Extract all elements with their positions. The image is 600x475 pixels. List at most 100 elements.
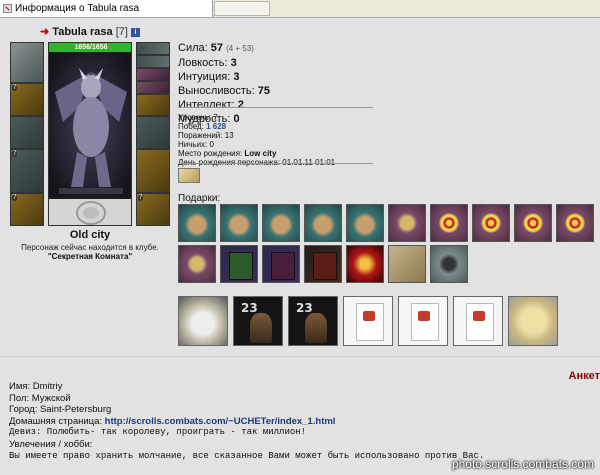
boots-slot[interactable]: 7	[136, 193, 170, 226]
stat-row: Интеллект: 2	[178, 98, 378, 112]
earring-slot[interactable]	[136, 42, 170, 55]
stat-extra: (4 + 53)	[226, 44, 254, 53]
legs-slot[interactable]	[136, 149, 170, 193]
scroll-item-icon[interactable]	[178, 168, 200, 183]
february-card-icon[interactable]	[343, 296, 393, 346]
package-item-icon[interactable]	[178, 296, 228, 346]
february-card-icon[interactable]	[398, 296, 448, 346]
shield-slot[interactable]	[136, 116, 170, 149]
ring-slot-2[interactable]	[136, 81, 170, 94]
character-header: ➜ Tabula rasa [7] i	[10, 25, 170, 38]
hp-bar: 1656/1656	[49, 43, 131, 52]
detail-label: Уровень:	[178, 113, 212, 122]
gift-item[interactable]	[262, 204, 300, 242]
tab-title: Информация о Tabula rasa	[15, 3, 140, 14]
flag-icon	[3, 4, 12, 13]
card-23-icon[interactable]: 23	[288, 296, 338, 346]
detail-label: Поражений:	[178, 131, 223, 140]
ring-slot-1[interactable]	[136, 68, 170, 81]
club-status: Персонаж сейчас находится в клубе.	[21, 243, 159, 252]
info-icon[interactable]: i	[130, 27, 140, 37]
belt-slot[interactable]: 7	[10, 193, 44, 226]
stat-value: 3	[233, 71, 240, 83]
gift-item[interactable]	[178, 204, 216, 242]
detail-label: Побед:	[178, 122, 204, 131]
detail-label: Ничьих:	[178, 140, 208, 149]
gift-item[interactable]	[388, 204, 426, 242]
bracers-slot[interactable]: 7	[10, 83, 44, 116]
gift-item[interactable]	[304, 204, 342, 242]
gift-item[interactable]	[220, 204, 258, 242]
book-gift-icon[interactable]	[220, 245, 258, 283]
bio-city: Город: Saint-Petersburg	[9, 404, 112, 416]
arrow-right-icon[interactable]: ➜	[40, 26, 49, 38]
stat-value: 57	[210, 42, 223, 54]
mace-gift-icon[interactable]	[430, 245, 468, 283]
losses-value: 13	[224, 131, 234, 140]
card-sheet	[411, 303, 439, 341]
homepage-link[interactable]: http://scrolls.combats.com/~UCHETer/inde…	[105, 416, 336, 427]
gift-item[interactable]	[346, 204, 384, 242]
watermark: photo.scrolls.combats.com	[451, 457, 594, 471]
card-23-icon[interactable]: 23	[233, 296, 283, 346]
helmet-slot[interactable]	[10, 42, 44, 83]
stat-value: 75	[257, 85, 270, 97]
amulet-slot[interactable]	[136, 55, 170, 68]
stat-row: Выносливость: 75	[178, 84, 378, 98]
stat-value: 3	[230, 57, 237, 69]
book-gift-icon[interactable]	[262, 245, 300, 283]
stat-row: Интуиция: 3	[178, 70, 378, 84]
section-divider	[0, 356, 600, 357]
card-sheet	[356, 303, 384, 341]
gargoyle-image	[49, 52, 131, 197]
card-sheet	[466, 303, 494, 341]
ruler-gift-icon[interactable]	[388, 245, 426, 283]
profile-bio: Имя: Dmitriy Пол: Мужской Город: Saint-P…	[9, 381, 600, 462]
slot-badge: 7	[12, 151, 18, 157]
character-level: [7]	[115, 26, 128, 38]
bio-motto: Девиз: Полюбить- так королеву, проиграть…	[9, 427, 307, 438]
card-stamp	[363, 311, 375, 321]
target-gift-icon[interactable]	[556, 204, 594, 242]
book-cover	[229, 252, 253, 280]
february-card-icon[interactable]	[453, 296, 503, 346]
stat-label: Выносливость:	[178, 85, 255, 97]
book-gift-icon[interactable]	[304, 245, 342, 283]
stat-label: Ловкость:	[178, 57, 228, 69]
wins-value: 1 628	[206, 122, 227, 131]
slot-badge: 7	[138, 195, 144, 201]
new-tab-button[interactable]	[214, 1, 270, 16]
tab-active[interactable]: Информация о Tabula rasa	[0, 0, 213, 17]
weapon-slot[interactable]	[10, 116, 44, 149]
room-name: "Секретная Комната"	[47, 252, 133, 261]
slot-badge: 7	[12, 85, 18, 91]
target-gift-icon[interactable]	[472, 204, 510, 242]
birthplace-value: Low city	[244, 149, 277, 158]
tab-bar: Информация о Tabula rasa	[0, 0, 600, 18]
stat-label: Сила:	[178, 42, 208, 54]
bio-name: Имя: Dmitriy	[9, 381, 63, 392]
target-gift-icon[interactable]	[430, 204, 468, 242]
card-figure	[305, 313, 327, 343]
gloves-slot[interactable]	[136, 94, 170, 116]
location-block: Old city Персонаж сейчас находится в клу…	[10, 229, 170, 261]
slot-badge: 7	[12, 195, 18, 201]
stat-row: Сила: 57 (4 + 53)	[178, 41, 378, 56]
card-figure	[250, 313, 272, 343]
character-portrait[interactable]: 1656/1656	[48, 42, 132, 226]
book-cover	[313, 252, 337, 280]
cake-item-icon[interactable]	[508, 296, 558, 346]
book-cover	[271, 252, 295, 280]
target-gift-icon[interactable]	[514, 204, 552, 242]
equipment-panel: 7 7 7 1656/1656 7	[10, 42, 170, 226]
draws-value: 0	[209, 140, 214, 149]
stat-value: 2	[237, 99, 244, 111]
gift-item[interactable]	[178, 245, 216, 283]
card-stamp	[473, 311, 485, 321]
armor-slot[interactable]: 7	[10, 149, 44, 193]
divider	[178, 107, 373, 108]
stat-label: Интуиция:	[178, 71, 231, 83]
gift-item[interactable]	[346, 245, 384, 283]
bio-hobbies-label: Увлечения / хобби:	[9, 438, 93, 450]
clan-emblem	[49, 199, 131, 225]
